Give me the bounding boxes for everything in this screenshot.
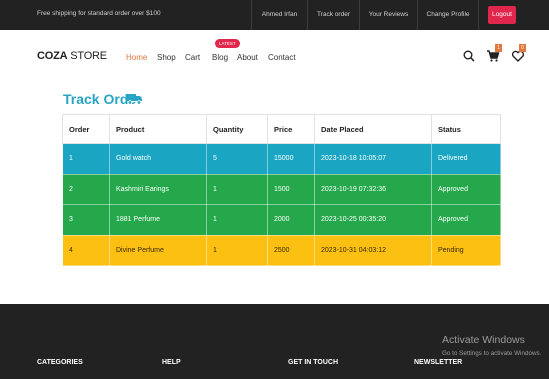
table-row: 3 1881 Perfume 1 2000 2023-10-25 00:35:2… [62, 204, 501, 236]
nav-shop[interactable]: Shop [157, 53, 176, 62]
order-cell: 3 [62, 204, 110, 236]
col-product: Product [109, 114, 207, 144]
activate-windows-title: Activate Windows [442, 334, 525, 346]
table-row: 1 Gold watch 5 15000 2023-10-18 10:05:07… [62, 143, 501, 175]
date-cell: 2023-10-18 10:05:07 [314, 143, 432, 175]
brand-light: STORE [67, 50, 107, 62]
wishlist-count-badge: 0 [519, 44, 526, 52]
cart-count-badge: 1 [495, 44, 502, 52]
table-row: 2 Kashmiri Earings 1 1500 2023-10-19 07:… [62, 173, 501, 205]
footer-heading-get-in-touch: GET IN TOUCH [288, 359, 339, 366]
top-bar: Free shipping for standard order over $1… [0, 0, 549, 30]
your-reviews-link[interactable]: Your Reviews [359, 0, 417, 30]
track-order-link[interactable]: Track order [307, 0, 359, 30]
quantity-cell: 1 [206, 234, 268, 266]
product-cell: Gold watch [109, 143, 207, 175]
date-cell: 2023-10-25 00:35:20 [314, 204, 432, 236]
price-cell: 15000 [267, 143, 315, 175]
footer-heading-categories: CATEGORIES [37, 359, 83, 366]
nav-cart[interactable]: Cart [185, 53, 200, 62]
nav-contact[interactable]: Contact [268, 53, 296, 62]
footer-heading-help: HELP [162, 359, 181, 366]
truck-icon [127, 92, 143, 110]
activate-windows-subtitle: Go to Settings to activate Windows. [442, 350, 542, 357]
quantity-cell: 1 [206, 204, 268, 236]
status-cell: Delivered [431, 143, 501, 175]
footer-heading-newsletter: NEWSLETTER [414, 359, 463, 366]
order-cell: 4 [62, 234, 110, 266]
orders-table: Order Product Quantity Price Date Placed… [62, 114, 501, 266]
table-header-row: Order Product Quantity Price Date Placed… [62, 114, 501, 144]
col-price: Price [267, 114, 315, 144]
blog-latest-badge: LATEST [215, 39, 240, 48]
quantity-cell: 1 [206, 173, 268, 205]
brand-bold: COZA [37, 50, 68, 62]
price-cell: 2500 [267, 234, 315, 266]
status-cell: Approved [431, 204, 501, 236]
footer: CATEGORIES HELP GET IN TOUCH NEWSLETTER … [0, 304, 549, 379]
nav-about[interactable]: About [237, 53, 258, 62]
date-cell: 2023-10-31 04:03:12 [314, 234, 432, 266]
product-cell: 1881 Perfume [109, 204, 207, 236]
product-cell: Divine Perfume [109, 234, 207, 266]
user-name-link[interactable]: Ahmed Irfan [251, 0, 307, 30]
shipping-notice: Free shipping for standard order over $1… [37, 10, 161, 17]
date-cell: 2023-10-19 07:32:36 [314, 173, 432, 205]
product-cell: Kashmiri Earings [109, 173, 207, 205]
brand-logo[interactable]: COZA STORE [37, 50, 107, 62]
status-cell: Approved [431, 173, 501, 205]
nav-home[interactable]: Home [126, 53, 147, 62]
price-cell: 1500 [267, 173, 315, 205]
table-row: 4 Divine Perfume 1 2500 2023-10-31 04:03… [62, 234, 501, 266]
col-status: Status [431, 114, 501, 144]
col-quantity: Quantity [206, 114, 268, 144]
col-order: Order [62, 114, 110, 144]
quantity-cell: 5 [206, 143, 268, 175]
order-cell: 2 [62, 173, 110, 205]
col-date-placed: Date Placed [314, 114, 432, 144]
price-cell: 2000 [267, 204, 315, 236]
logout-button[interactable]: Logout [488, 6, 516, 24]
nav-blog[interactable]: Blog [212, 53, 228, 62]
change-profile-link[interactable]: Change Profile [417, 0, 479, 30]
page: Free shipping for standard order over $1… [0, 0, 549, 379]
status-cell: Pending [431, 234, 501, 266]
search-icon[interactable] [462, 49, 476, 63]
order-cell: 1 [62, 143, 110, 175]
